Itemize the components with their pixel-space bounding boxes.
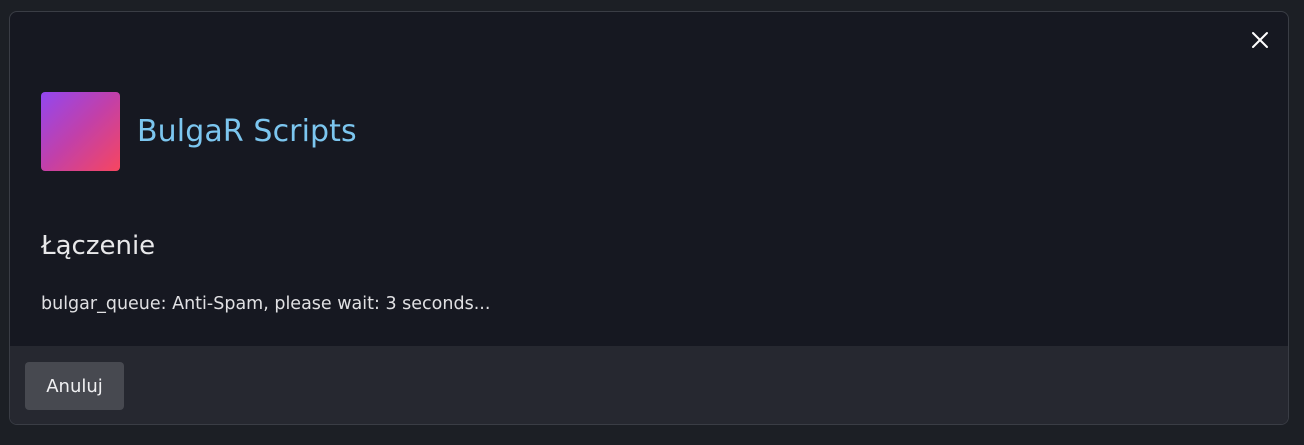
status-message: bulgar_queue: Anti-Spam, please wait: 3 …	[41, 294, 491, 314]
cancel-button[interactable]: Anuluj	[25, 362, 124, 410]
connection-dialog: BulgaR Scripts Łączenie bulgar_queue: An…	[9, 11, 1289, 425]
status-title: Łączenie	[41, 231, 156, 261]
close-button[interactable]	[1248, 28, 1272, 52]
server-header: BulgaR Scripts	[41, 92, 357, 171]
server-logo	[41, 92, 120, 171]
server-name: BulgaR Scripts	[137, 114, 357, 149]
dialog-footer: Anuluj	[10, 346, 1288, 424]
close-icon	[1252, 32, 1268, 48]
